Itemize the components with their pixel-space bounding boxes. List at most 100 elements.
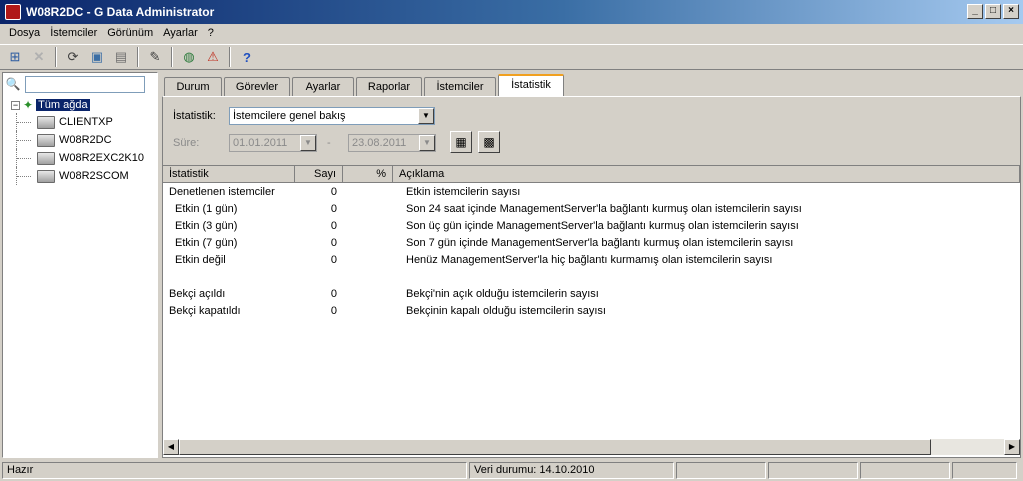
- computers-icon[interactable]: ▣: [86, 46, 108, 68]
- computer-icon: [37, 169, 55, 183]
- from-date-field[interactable]: 01.01.2011 ▼: [229, 134, 317, 152]
- table-row[interactable]: Etkin (7 gün) 0 Son 7 gün içinde Managemen…: [163, 234, 1020, 251]
- row-description: Etkin istemcilerin sayısı: [406, 185, 521, 198]
- tree-search: 🔍: [5, 75, 155, 93]
- minimize-button[interactable]: _: [967, 4, 983, 19]
- row-count: 0: [330, 304, 337, 317]
- close-button[interactable]: ×: [1003, 4, 1019, 19]
- tab-durum[interactable]: Durum: [164, 77, 222, 96]
- tree-item-w08r2scom[interactable]: W08R2SCOM: [11, 167, 144, 185]
- menu-gorunum[interactable]: Görünüm: [102, 24, 158, 44]
- tab-istatistik[interactable]: İstatistik: [498, 74, 564, 96]
- tree-item-clientxp[interactable]: CLIENTXP: [11, 113, 144, 131]
- tab-strip: Durum Görevler Ayarlar Raporlar İstemcil…: [164, 74, 566, 96]
- tab-gorevler[interactable]: Görevler: [224, 77, 290, 96]
- col-percent[interactable]: %: [343, 166, 393, 182]
- computer-icon: [37, 151, 55, 165]
- row-count: 0: [330, 236, 337, 249]
- to-date-value: 23.08.2011: [352, 137, 407, 149]
- tree-search-input[interactable]: [25, 75, 145, 93]
- tree-item-w08r2exc2k10[interactable]: W08R2EXC2K10: [11, 149, 144, 167]
- row-description: Son 7 gün içinde ManagementServer'la bağ…: [406, 236, 794, 249]
- status-panel-empty: [860, 462, 950, 479]
- globe-icon[interactable]: ◍: [178, 46, 200, 68]
- tab-istemciler[interactable]: İstemciler: [424, 77, 496, 96]
- toolbar: ⊞ ✕ ⟳ ▣ ▤ ✎ ◍ ⚠ ?: [0, 44, 1023, 70]
- refresh-icon[interactable]: ⟳: [62, 46, 84, 68]
- row-name: Bekçi kapatıldı: [169, 304, 241, 317]
- status-bar: Hazır Veri durumu: 14.10.2010: [0, 460, 1023, 481]
- tree-root-label: Tüm ağda: [36, 99, 90, 111]
- tree-item-label: W08R2SCOM: [59, 170, 129, 182]
- network-node-icon: ✦: [23, 98, 34, 112]
- client-tree-pane: 🔍 − ✦ Tüm ağda CLIENTXP W08R2DC W08R2EXC…: [2, 72, 158, 458]
- menu-bar: Dosya İstemciler Görünüm Ayarlar ?: [0, 24, 1023, 44]
- to-date-field[interactable]: 23.08.2011 ▼: [348, 134, 436, 152]
- col-aciklama[interactable]: Açıklama: [393, 166, 1020, 182]
- tab-raporlar[interactable]: Raporlar: [356, 77, 422, 96]
- menu-istemciler[interactable]: İstemciler: [45, 24, 102, 44]
- title-bar: W08R2DC - G Data Administrator _ □ ×: [0, 0, 1023, 24]
- table-row[interactable]: Etkin (1 gün) 0 Son 24 saat içinde Managem…: [163, 200, 1020, 217]
- period-label: Süre:: [173, 137, 200, 149]
- row-description: Bekçi'nin açık olduğu istemcilerin sayıs…: [406, 287, 599, 300]
- table-row[interactable]: [163, 268, 1020, 285]
- server-icon[interactable]: ▤: [110, 46, 132, 68]
- window-title: W08R2DC - G Data Administrator: [26, 5, 215, 19]
- edit-icon[interactable]: ✎: [144, 46, 166, 68]
- col-istatistik[interactable]: İstatistik: [163, 166, 295, 182]
- statistic-select[interactable]: İstemcilere genel bakış ▼: [229, 107, 435, 125]
- calendar-range-icon[interactable]: ▩: [478, 131, 500, 153]
- grid-header: İstatistik Sayı % Açıklama: [163, 166, 1020, 183]
- collapse-icon[interactable]: −: [11, 100, 20, 110]
- status-panel-empty: [952, 462, 1017, 479]
- statistic-label: İstatistik:: [173, 110, 216, 122]
- menu-dosya[interactable]: Dosya: [4, 24, 45, 44]
- row-name: Etkin (7 gün): [175, 236, 238, 249]
- from-date-value: 01.01.2011: [233, 137, 288, 149]
- row-description: Henüz ManagementServer'la hiç bağlantı k…: [406, 253, 773, 266]
- date-separator: -: [327, 137, 331, 149]
- toolbar-separator: [55, 47, 57, 67]
- tree-item-label: W08R2DC: [59, 134, 112, 146]
- computer-icon: [37, 133, 55, 147]
- menu-ayarlar[interactable]: Ayarlar: [158, 24, 203, 44]
- scroll-left-icon[interactable]: ◀: [163, 439, 179, 455]
- toolbar-separator: [171, 47, 173, 67]
- chevron-down-icon[interactable]: ▼: [300, 135, 316, 151]
- status-text: Hazır: [2, 462, 467, 479]
- toolbar-separator: [137, 47, 139, 67]
- status-panel-empty: [676, 462, 766, 479]
- scrollbar-thumb[interactable]: [179, 439, 931, 455]
- table-row[interactable]: Etkin (3 gün) 0 Son üç gün içinde Manageme…: [163, 217, 1020, 234]
- toolbar-separator: [229, 47, 231, 67]
- scroll-right-icon[interactable]: ▶: [1004, 439, 1020, 455]
- tree-root[interactable]: − ✦ Tüm ağda: [11, 97, 144, 113]
- chevron-down-icon[interactable]: ▼: [419, 135, 435, 151]
- table-row[interactable]: Bekçi açıldı 0 Bekçi'nin açık olduğu istem…: [163, 285, 1020, 302]
- tab-ayarlar[interactable]: Ayarlar: [292, 77, 354, 96]
- delete-icon[interactable]: ✕: [28, 46, 50, 68]
- row-description: Bekçinin kapalı olduğu istemcilerin sayı…: [406, 304, 606, 317]
- search-icon: 🔍: [5, 77, 21, 91]
- chevron-down-icon[interactable]: ▼: [418, 108, 434, 124]
- network-icon[interactable]: ⊞: [4, 46, 26, 68]
- menu-help[interactable]: ?: [203, 24, 219, 44]
- col-sayi[interactable]: Sayı: [295, 166, 343, 182]
- row-count: 0: [330, 287, 337, 300]
- horizontal-scrollbar[interactable]: ◀ ▶: [163, 439, 1020, 455]
- statistics-panel: İstatistik: İstemcilere genel bakış ▼ Sü…: [162, 96, 1021, 458]
- table-row[interactable]: Bekçi kapatıldı 0 Bekçinin kapalı olduğu i…: [163, 302, 1020, 319]
- tree-item-w08r2dc[interactable]: W08R2DC: [11, 131, 144, 149]
- row-name: Denetlenen istemciler: [169, 185, 275, 198]
- alert-icon[interactable]: ⚠: [202, 46, 224, 68]
- maximize-button[interactable]: □: [985, 4, 1001, 19]
- table-row[interactable]: Denetlenen istemciler 0 Etkin istemcilerin…: [163, 183, 1020, 200]
- table-row[interactable]: Etkin değil 0 Henüz ManagementServer'la hi…: [163, 251, 1020, 268]
- calendar-icon[interactable]: ▦: [450, 131, 472, 153]
- grid-body: Denetlenen istemciler 0 Etkin istemcilerin…: [163, 183, 1020, 319]
- tree-item-label: CLIENTXP: [59, 116, 113, 128]
- row-description: Son üç gün içinde ManagementServer'la ba…: [406, 219, 799, 232]
- data-status: Veri durumu: 14.10.2010: [469, 462, 674, 479]
- help-icon[interactable]: ?: [236, 46, 258, 68]
